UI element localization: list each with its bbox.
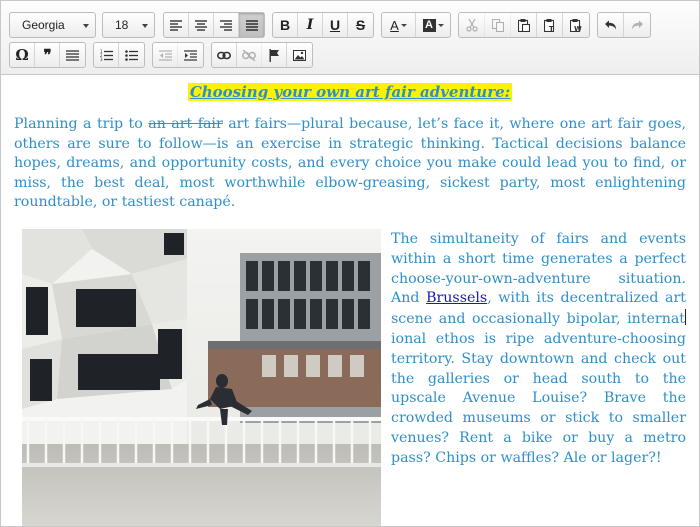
strikethrough-text: an art fair bbox=[148, 116, 223, 132]
flag-icon bbox=[269, 48, 279, 62]
decrease-indent-button[interactable] bbox=[153, 43, 178, 67]
link-icon bbox=[217, 51, 231, 59]
chevron-down-icon bbox=[83, 24, 89, 28]
image-icon bbox=[293, 49, 306, 61]
font-size-value: 18 bbox=[115, 18, 129, 32]
strikethrough-icon: S bbox=[355, 17, 366, 33]
paragraph-intro: Planning a trip to an art fair art fairs… bbox=[14, 115, 686, 213]
font-size-select[interactable]: 18 bbox=[102, 12, 155, 38]
undo-icon bbox=[605, 20, 616, 29]
align-right-icon bbox=[220, 19, 232, 31]
quote-icon: ❞ bbox=[43, 46, 51, 64]
document-title: Choosing your own art fair adventure: bbox=[1, 82, 699, 102]
photo-image bbox=[22, 229, 381, 526]
bulleted-list-button[interactable] bbox=[119, 43, 144, 67]
undo-button[interactable] bbox=[598, 13, 624, 37]
align-center-button[interactable] bbox=[189, 13, 214, 37]
copy-button[interactable] bbox=[485, 13, 511, 37]
align-left-icon bbox=[170, 19, 182, 31]
numbered-list-button[interactable]: 123 bbox=[94, 43, 119, 67]
indent-group bbox=[152, 42, 204, 68]
format-group: B I U S bbox=[272, 12, 374, 38]
align-center-icon bbox=[195, 19, 207, 31]
rich-text-editor: Georgia 18 B I U S A A T W Ω ❞ 1 2 3 Cho… bbox=[0, 0, 700, 527]
chevron-down-icon bbox=[437, 23, 444, 27]
bold-button[interactable]: B bbox=[273, 13, 298, 37]
text-color-icon: A bbox=[390, 17, 399, 33]
increase-indent-button[interactable] bbox=[178, 43, 203, 67]
justify-button[interactable] bbox=[239, 13, 264, 37]
toolbar-row-2: Ω ❞ 123 bbox=[9, 42, 320, 68]
numbered-list-icon: 123 bbox=[100, 49, 113, 61]
paragraph-brussels: The simultaneity of fairs and events wit… bbox=[391, 230, 686, 469]
underline-icon: U bbox=[329, 17, 341, 33]
paragraph-intro-start: Planning a trip to bbox=[14, 116, 149, 132]
text-color-button[interactable]: A bbox=[382, 13, 416, 37]
editor-toolbar: Georgia 18 B I U S A A T W Ω ❞ 1 2 3 bbox=[1, 1, 699, 75]
cut-button[interactable] bbox=[459, 13, 485, 37]
document-title-text: Choosing your own art fair adventure: bbox=[187, 83, 513, 101]
chevron-down-icon bbox=[142, 24, 148, 28]
toolbar-row-1: Georgia 18 B I U S A A T W bbox=[9, 12, 658, 38]
background-color-icon: A bbox=[422, 18, 436, 32]
paste-as-text-button[interactable]: T bbox=[537, 13, 563, 37]
paste-word-icon: W bbox=[570, 18, 582, 32]
omega-icon: Ω bbox=[15, 46, 29, 64]
brussels-link[interactable]: Brussels bbox=[426, 290, 487, 306]
redo-icon bbox=[631, 20, 643, 29]
font-family-value: Georgia bbox=[22, 18, 65, 32]
unlink-icon bbox=[242, 49, 256, 61]
paragraph-brussels-end: ional ethos is ripe adventure-choosing t… bbox=[391, 330, 686, 466]
justify-icon bbox=[245, 19, 258, 31]
paste-button[interactable] bbox=[511, 13, 537, 37]
italic-button[interactable]: I bbox=[298, 13, 323, 37]
inline-photo[interactable] bbox=[22, 229, 381, 526]
anchor-button[interactable] bbox=[262, 43, 287, 67]
special-character-button[interactable]: Ω bbox=[10, 43, 35, 67]
editor-content[interactable]: Choosing your own art fair adventure: Pl… bbox=[1, 76, 699, 526]
paste-text-icon: T bbox=[543, 18, 554, 32]
strikethrough-button[interactable]: S bbox=[348, 13, 373, 37]
scissors-icon bbox=[465, 18, 478, 32]
insert-group: Ω ❞ bbox=[9, 42, 86, 68]
history-group bbox=[597, 12, 651, 38]
chevron-down-icon bbox=[400, 23, 407, 27]
redo-button[interactable] bbox=[624, 13, 650, 37]
list-group: 123 bbox=[93, 42, 145, 68]
paste-icon bbox=[517, 18, 530, 32]
horizontal-rule-icon bbox=[66, 49, 79, 61]
color-group: A A bbox=[381, 12, 451, 38]
outdent-icon bbox=[158, 49, 172, 61]
align-left-button[interactable] bbox=[164, 13, 189, 37]
bold-icon: B bbox=[279, 17, 291, 33]
italic-icon: I bbox=[306, 17, 314, 33]
paste-from-word-button[interactable]: W bbox=[563, 13, 589, 37]
blockquote-button[interactable]: ❞ bbox=[35, 43, 60, 67]
indent-icon bbox=[184, 49, 197, 61]
image-button[interactable] bbox=[287, 43, 312, 67]
svg-text:W: W bbox=[574, 25, 582, 32]
clipboard-group: T W bbox=[458, 12, 590, 38]
svg-text:T: T bbox=[549, 25, 554, 32]
link-group bbox=[211, 42, 313, 68]
link-button[interactable] bbox=[212, 43, 237, 67]
text-cursor bbox=[685, 309, 686, 326]
font-family-select[interactable]: Georgia bbox=[9, 12, 96, 38]
copy-icon bbox=[491, 18, 504, 32]
bulleted-list-icon bbox=[125, 50, 138, 61]
align-right-button[interactable] bbox=[214, 13, 239, 37]
underline-button[interactable]: U bbox=[323, 13, 348, 37]
svg-text:3: 3 bbox=[100, 57, 103, 61]
unlink-button[interactable] bbox=[237, 43, 262, 67]
horizontal-rule-button[interactable] bbox=[60, 43, 85, 67]
alignment-group bbox=[163, 12, 265, 38]
background-color-button[interactable]: A bbox=[416, 13, 450, 37]
